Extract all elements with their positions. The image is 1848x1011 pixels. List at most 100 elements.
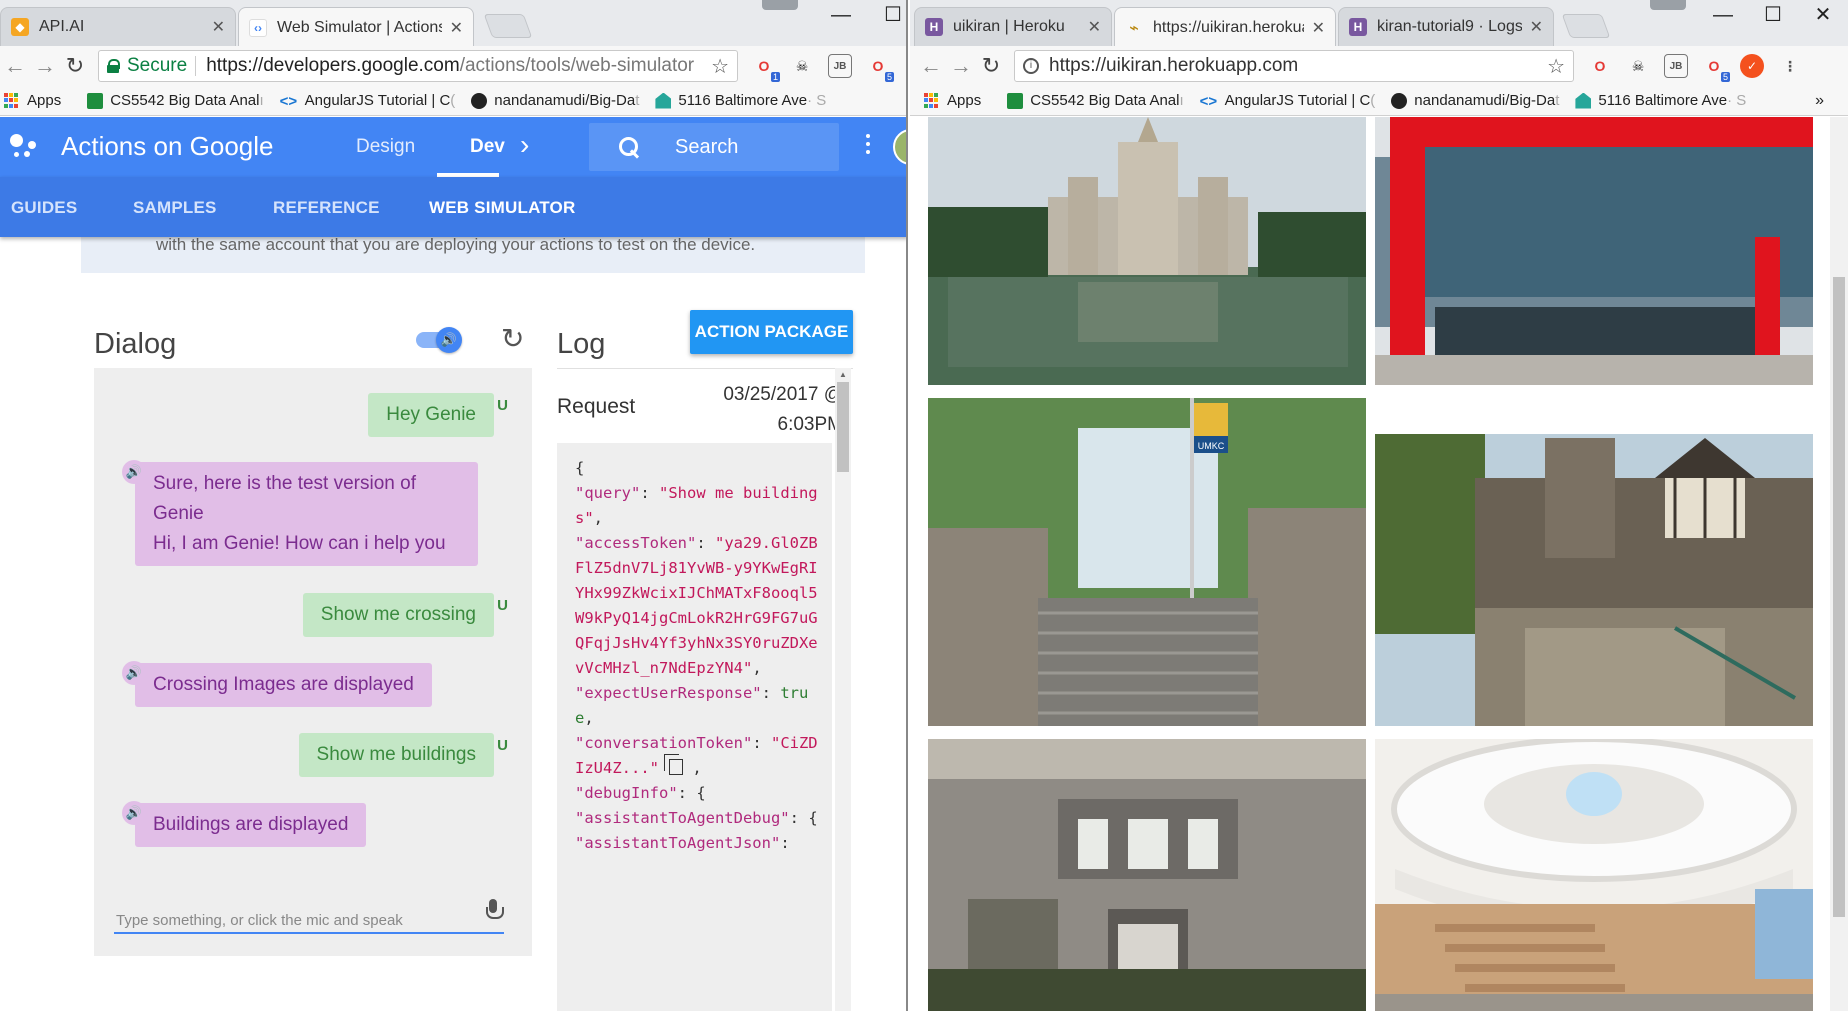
close-icon[interactable]: ✕ [1312,18,1325,38]
minimize-icon[interactable]: — [1700,0,1746,30]
photo-campus-stairs[interactable]: UMKC [928,398,1366,726]
dialog-panel: Hey Genie U 🔊 Sure, here is the test ver… [94,368,532,956]
tab-uikiran-app[interactable]: ⌁ https://uikiran.herokua ✕ [1114,7,1336,47]
address-bar[interactable]: Secure https://developers.google.com /ac… [98,50,738,82]
back-icon[interactable]: ← [916,53,946,79]
log-scrollbar[interactable]: ▲ [835,368,851,1011]
bookmark-cs5542[interactable]: CS5542 Big Data Anal ı [1007,92,1184,109]
bookmarks-overflow-icon[interactable]: » [1815,92,1824,110]
subnav-samples[interactable]: SAMPLES [133,198,217,218]
lastpass-extension-icon[interactable]: O5 [1702,54,1730,82]
mic-icon[interactable] [486,899,504,923]
page-scrollbar[interactable] [1830,117,1848,1011]
photo-red-frame-museum[interactable] [1375,117,1813,385]
opera-extension-icon[interactable]: O [1588,54,1612,78]
address-bar[interactable]: i https://uikiran.herokuapp.com ☆ [1014,50,1574,82]
subnav-guides[interactable]: GUIDES [11,198,77,218]
speaker-icon[interactable]: 🔊 [122,801,146,825]
bookmark-cs5542[interactable]: CS5542 Big Data Anal ı [87,92,264,109]
action-package-button[interactable]: ACTION PACKAGE [690,310,853,354]
chevron-right-icon[interactable]: › [520,129,529,161]
photo-university-tower[interactable] [928,117,1366,385]
avatar[interactable] [893,129,906,165]
tab-api-ai[interactable]: ◆ API.AI ✕ [0,7,236,46]
aog-subnav: GUIDES SAMPLES REFERENCE WEB SIMULATOR [0,177,906,237]
maximize-icon[interactable]: ☐ [1750,0,1796,30]
ghostery-extension-icon[interactable]: ☠ [1626,54,1650,78]
bookmarks-bar: Apps CS5542 Big Data Anal ı <> AngularJS … [910,86,1848,116]
copy-icon[interactable] [664,754,683,775]
maximize-icon[interactable]: ☐ [870,0,906,30]
checker-extension-icon[interactable]: ✓ [1740,54,1764,78]
photo-stone-mansion[interactable] [1375,398,1813,726]
tab-web-simulator[interactable]: ‹› Web Simulator | Actions ✕ [238,7,474,47]
tab-kiran-logs[interactable]: H kiran-tutorial9 · Logs | H ✕ [1338,7,1554,46]
right-browser-window: H uikiran | Heroku ✕ ⌁ https://uikiran.h… [910,0,1848,1011]
forward-icon[interactable]: → [30,53,60,79]
house-icon [1575,92,1592,109]
lastpass-extension-icon[interactable]: O5 [866,54,894,82]
bookmark-apps[interactable]: Apps [924,92,981,109]
search-label: Search [675,135,739,158]
opera-extension-icon[interactable]: O1 [752,54,780,82]
heroku-app-icon: ⌁ [1129,19,1139,37]
chrome-menu-icon[interactable]: ⋮ [1778,54,1802,78]
notice-box: with the same account that you are deplo… [81,235,865,273]
heroku-icon: H [925,18,943,36]
bookmark-baltimore[interactable]: 5116 Baltimore Ave · S [655,92,826,109]
close-window-icon[interactable]: ✕ [1800,0,1846,30]
close-icon[interactable]: ✕ [212,17,225,37]
subnav-reference[interactable]: REFERENCE [273,198,380,218]
bookmark-star-icon[interactable]: ☆ [711,54,729,79]
subnav-web-simulator[interactable]: WEB SIMULATOR [429,198,575,218]
user-tag: U [497,737,508,754]
bookmark-angularjs[interactable]: <> AngularJS Tutorial | C( [280,92,456,110]
refresh-icon[interactable]: ↻ [501,322,524,355]
profile-badge[interactable] [762,0,798,10]
bookmark-baltimore[interactable]: 5116 Baltimore Ave · S [1575,92,1746,109]
tab-uikiran-heroku[interactable]: H uikiran | Heroku ✕ [914,7,1112,46]
profile-badge[interactable] [1650,0,1686,10]
bookmark-angularjs[interactable]: <> AngularJS Tutorial | C( [1200,92,1376,110]
json-line: "debugInfo": { [575,784,706,802]
photo-stone-hall[interactable] [928,739,1366,1011]
new-tab-button[interactable] [1561,14,1611,38]
chat-input[interactable]: Type something, or click the mic and spe… [114,898,504,934]
close-icon[interactable]: ✕ [1088,17,1101,37]
speaker-icon[interactable]: 🔊 [122,661,146,685]
dialog-title: Dialog [94,328,177,360]
nav-design[interactable]: Design [356,136,415,158]
photo-modern-atrium[interactable] [1375,739,1813,1011]
umkc-banner-text: UMKC [1198,441,1225,451]
reload-icon[interactable]: ↻ [60,53,90,79]
reload-icon[interactable]: ↻ [976,53,1006,79]
url-text: https://uikiran.herokuapp.com [1049,55,1299,76]
speaker-icon[interactable]: 🔊 [122,460,146,484]
nav-dev[interactable]: Dev [470,136,505,158]
notice-text: with the same account that you are deplo… [156,235,756,254]
browser-toolbar: ← → ↻ i https://uikiran.herokuapp.com ☆ … [910,46,1848,86]
audio-toggle[interactable]: 🔊 [416,327,462,353]
forward-icon[interactable]: → [946,53,976,79]
bookmark-star-icon[interactable]: ☆ [1547,54,1565,79]
back-icon[interactable]: ← [0,53,30,79]
jb-extension-icon[interactable]: JB [1664,54,1688,78]
close-icon[interactable]: ✕ [450,18,463,38]
image-gallery: UMKC [910,117,1848,1011]
json-line: "assistantToAgentJson": [575,834,790,852]
search-box[interactable]: Search [589,123,839,171]
aog-title[interactable]: Actions on Google [61,131,273,162]
bookmark-github[interactable]: nandanamudi/Big-Da t [1391,92,1559,109]
google-dev-icon: ‹› [249,18,267,37]
new-tab-button[interactable] [483,14,533,38]
bookmark-apps[interactable]: Apps [4,92,61,109]
more-vert-icon[interactable] [866,134,870,158]
info-icon[interactable]: i [1023,58,1039,74]
jb-extension-icon[interactable]: JB [828,54,852,78]
json-line: { [575,459,585,477]
close-icon[interactable]: ✕ [1530,17,1543,37]
minimize-icon[interactable]: — [818,0,864,30]
ghostery-extension-icon[interactable]: ☠ [790,54,814,78]
bookmark-github[interactable]: nandanamudi/Big-Da t [471,92,639,109]
tab-strip: H uikiran | Heroku ✕ ⌁ https://uikiran.h… [910,0,1848,47]
